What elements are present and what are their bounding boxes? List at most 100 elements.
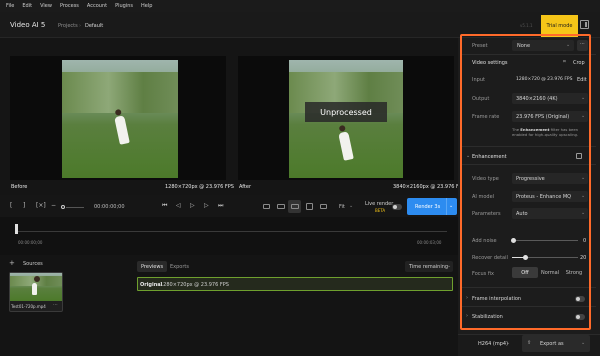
live-render-toggle[interactable] [392, 204, 402, 210]
skip-end-icon[interactable]: ⏭ [218, 202, 223, 210]
focusfix-label: Focus fix [472, 271, 494, 277]
divider-1 [462, 54, 596, 55]
addnoise-slider[interactable] [512, 240, 578, 241]
addnoise-value: 0 [583, 238, 587, 244]
zoom-out-icon[interactable]: − [51, 202, 56, 209]
breadcrumb-current[interactable]: Default [85, 23, 103, 29]
timecode: 00:00:00;00 [94, 204, 125, 210]
crop-icon[interactable]: ⌗ [563, 59, 566, 65]
frame-interp-toggle[interactable] [575, 296, 585, 302]
source-more-icon[interactable]: ⋯ [53, 302, 58, 308]
preset-label: Preset [472, 43, 488, 49]
after-label: After [239, 184, 252, 190]
recover-knob[interactable] [523, 255, 528, 260]
fit-dropdown[interactable]: Fit [339, 204, 345, 210]
focus-normal-button[interactable]: Normal [538, 267, 562, 278]
timeline-start: 00:00:00;00 [18, 240, 43, 245]
focus-off-button[interactable]: Off [512, 267, 538, 278]
trial-mode-button[interactable]: Trial mode [541, 15, 578, 37]
videotype-chevron-icon: ⌄ [581, 175, 586, 181]
menu-plugins[interactable]: Plugins [115, 3, 133, 9]
after-info: 3840×2160px @ 23.976 FPS [393, 184, 466, 190]
skip-start-icon[interactable]: ⏮ [162, 202, 167, 210]
output-label: Output [472, 96, 490, 102]
preset-more-icon[interactable]: ⋯ [577, 40, 588, 51]
breadcrumb-projects[interactable]: Projects [58, 23, 78, 29]
frame-interp-expand-icon[interactable]: › [466, 295, 468, 301]
add-source-icon[interactable]: + [9, 259, 15, 267]
timeline-track[interactable] [15, 231, 447, 232]
sources-label: Sources [23, 261, 43, 267]
divider-5 [462, 306, 596, 307]
timeline[interactable] [0, 217, 458, 255]
zoom-knob[interactable] [61, 205, 65, 209]
sort-chevron-icon: ⌄ [447, 263, 452, 269]
stabilization-title[interactable]: Stabilization [472, 314, 503, 320]
render-split-divider [446, 198, 447, 215]
input-edit-button[interactable]: Edit [577, 77, 587, 83]
menu-help[interactable]: Help [141, 3, 152, 9]
menu-edit[interactable]: Edit [22, 3, 32, 9]
step-back-icon[interactable]: ◁ [176, 202, 181, 209]
before-frame-image [62, 60, 178, 178]
stabilization-toggle[interactable] [575, 314, 585, 320]
divider-4 [462, 287, 596, 288]
recover-label: Recover detail [472, 255, 508, 261]
export-icon: ⇪ [527, 340, 532, 346]
addnoise-knob[interactable] [511, 238, 516, 243]
clear-marks-icon[interactable]: [×] [36, 202, 46, 209]
crop-button[interactable]: Crop [573, 60, 585, 66]
videotype-value: Progressive [516, 176, 545, 182]
menu-account[interactable]: Account [87, 3, 107, 9]
video-settings-title: Video settings [472, 60, 508, 66]
zoom-track[interactable] [66, 207, 84, 208]
original-info: 1280×720px @ 23.976 FPS [160, 282, 229, 288]
codec-select[interactable]: H264 (mp4) [478, 341, 508, 347]
mark-out-icon[interactable]: ] [23, 202, 25, 209]
mark-in-icon[interactable]: [ [10, 202, 12, 209]
recover-value: 20 [580, 255, 587, 261]
enhancement-note: The Enhancement filter has been enabled … [512, 127, 588, 137]
side-by-side-icon[interactable] [291, 204, 299, 209]
divider-3 [462, 164, 596, 165]
framerate-label: Frame rate [472, 114, 500, 120]
menu-view[interactable]: View [40, 3, 52, 9]
export-chevron-icon: ⌄ [581, 340, 586, 346]
bottom-area [0, 255, 458, 356]
panel-toggle-icon[interactable] [580, 20, 589, 29]
playhead-icon[interactable] [15, 224, 18, 234]
tab-previews[interactable]: Previews [141, 264, 163, 270]
focus-strong-button[interactable]: Strong [562, 267, 586, 278]
breadcrumb-separator-icon: › [79, 23, 81, 29]
tab-exports[interactable]: Exports [170, 264, 189, 270]
stabilization-expand-icon[interactable]: › [466, 313, 468, 319]
divider-2 [462, 146, 596, 147]
play-icon[interactable]: ▷ [190, 202, 195, 209]
overlay-view-icon[interactable] [320, 204, 327, 209]
menu-process[interactable]: Process [60, 3, 79, 9]
frame-interp-title[interactable]: Frame interpolation [472, 296, 521, 302]
aimodel-label: AI model [472, 194, 495, 200]
params-label: Parameters [472, 211, 501, 217]
enhancement-collapse-icon[interactable]: ⌄ [466, 153, 470, 159]
enhancement-trash-icon[interactable] [576, 153, 582, 159]
aimodel-value: Proteus - Enhance MQ [516, 194, 572, 200]
menu-file[interactable]: File [6, 3, 14, 9]
output-value: 3840×2160 (4K) [516, 96, 558, 102]
app-title: Video AI 5 [10, 21, 46, 29]
step-forward-icon[interactable]: ▷ [204, 202, 209, 209]
enhancement-title[interactable]: Enhancement [472, 154, 507, 160]
before-label: Before [11, 184, 28, 190]
render-chevron-icon[interactable]: ⌄ [449, 203, 453, 209]
grid-view-icon[interactable] [306, 203, 313, 210]
live-render-beta: BETA [375, 208, 386, 213]
split-view-icon[interactable] [277, 204, 285, 209]
unprocessed-badge: Unprocessed [305, 102, 387, 122]
live-render-label: Live render [365, 201, 394, 207]
params-chevron-icon: ⌄ [581, 210, 586, 216]
single-view-icon[interactable] [263, 204, 270, 209]
videotype-label: Video type [472, 176, 499, 182]
source-thumbnail-image [10, 273, 62, 301]
params-value: Auto [516, 211, 528, 217]
output-chevron-icon: ⌄ [581, 95, 586, 101]
